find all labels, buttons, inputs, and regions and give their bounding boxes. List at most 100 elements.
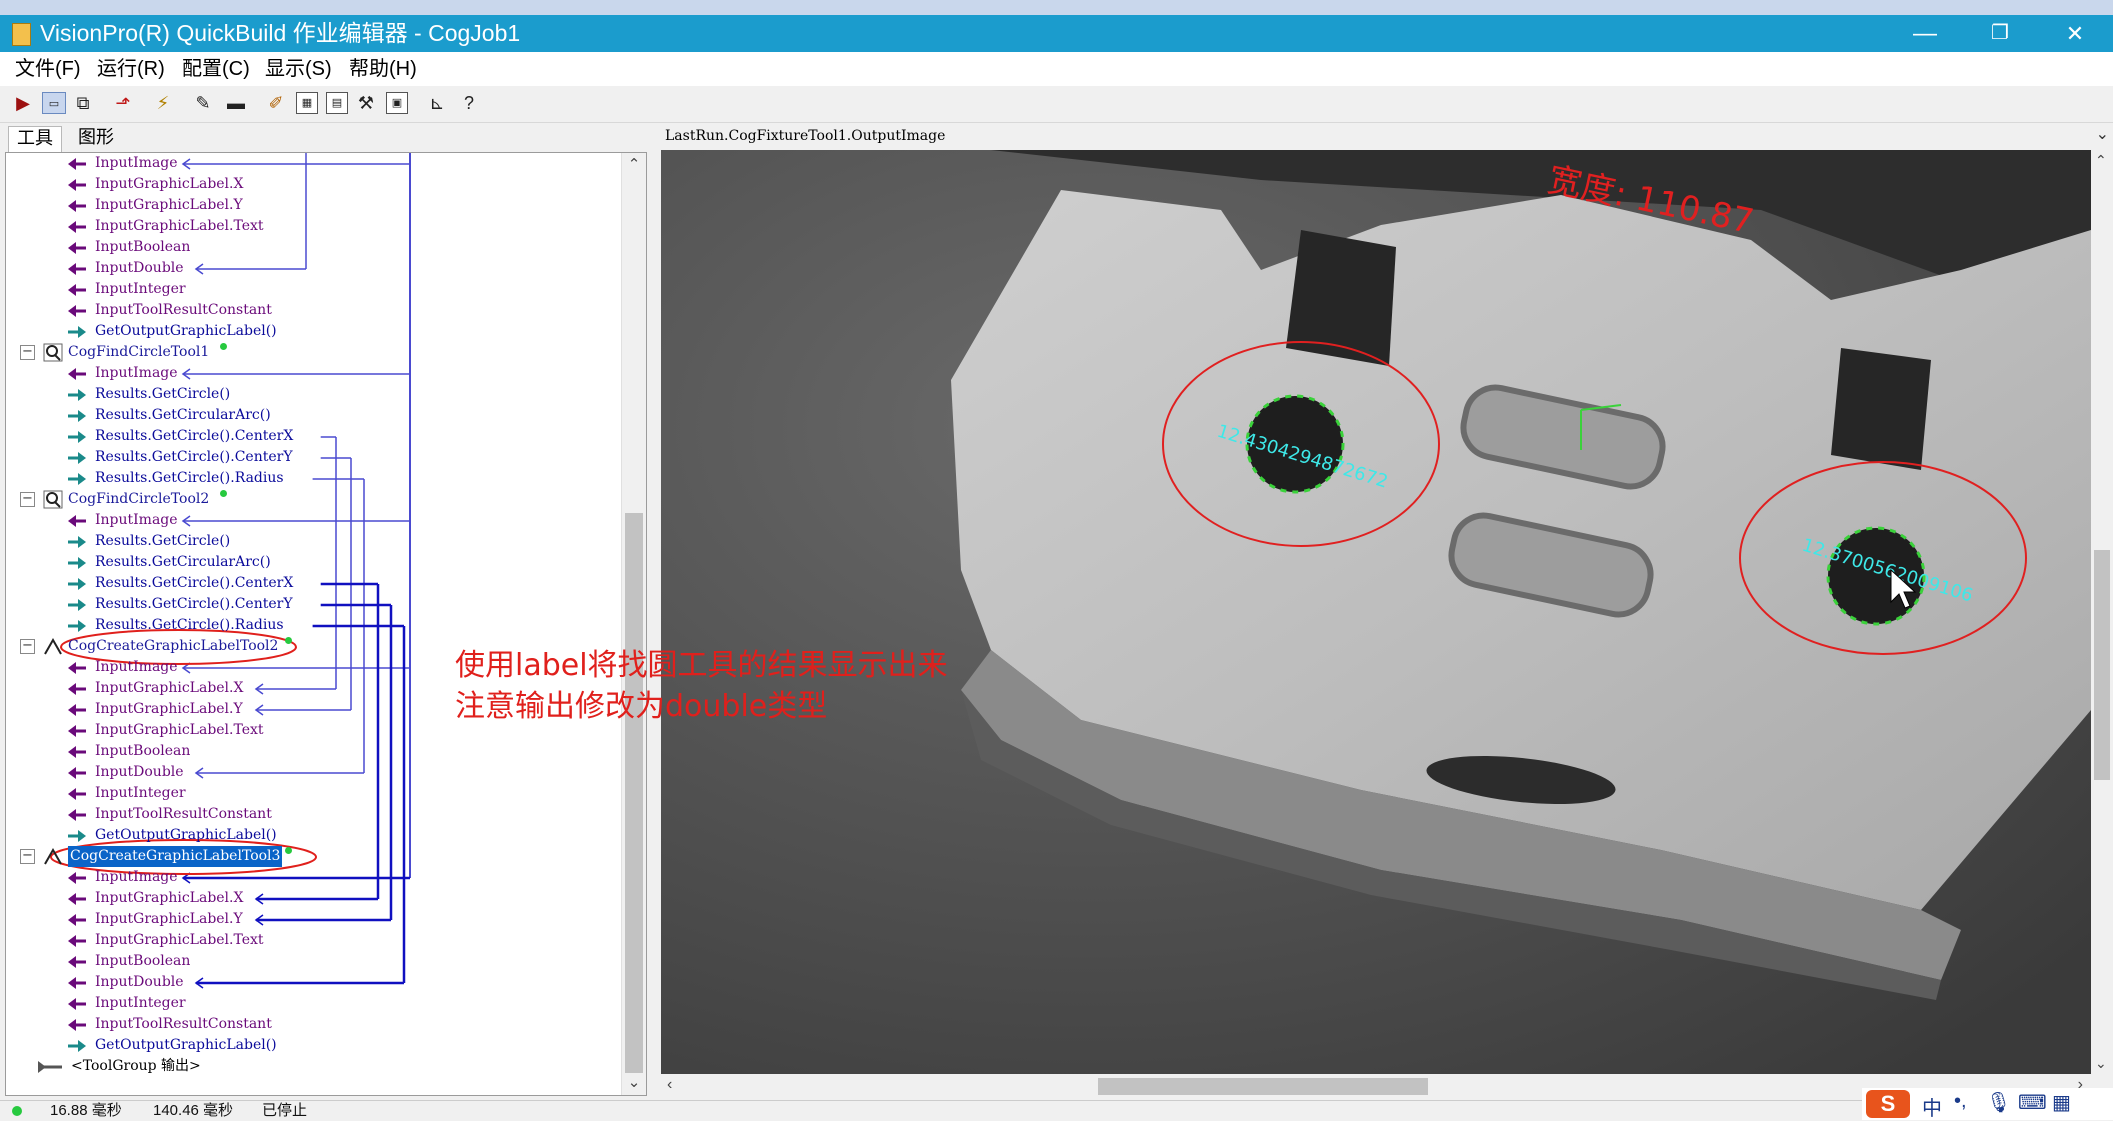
tab-graphics[interactable]: 图形 [78,126,114,148]
tree-item-inputdouble[interactable]: InputDouble [6,258,606,279]
tree-item-label: InputGraphicLabel.Y [95,911,243,927]
viewer-scroll-down-icon[interactable]: ⌄ [2095,1055,2107,1072]
tree-item-inputboolean[interactable]: InputBoolean [6,951,606,972]
tree-item-inputimage[interactable]: InputImage [6,510,606,531]
tree-item-inputimage[interactable]: InputImage [6,363,606,384]
image-view-icon[interactable]: ▦ [296,92,318,114]
collapse-toggle-icon[interactable]: − [20,492,35,507]
minimize-button[interactable]: — [1890,17,1960,50]
tree-item-label: GetOutputGraphicLabel() [95,1037,277,1053]
tree-item-results-getcircle-radius[interactable]: Results.GetCircle().Radius [6,468,606,489]
tree-item-inputgraphiclabel-x[interactable]: InputGraphicLabel.X [6,174,606,195]
display-mode-icon[interactable]: ▭ [42,92,66,114]
output-terminal-icon [66,469,86,489]
tree-item-results-getcircle-centerx[interactable]: Results.GetCircle().CenterX [6,573,606,594]
results-view-icon[interactable]: ▤ [326,92,348,114]
tree-item-inputtoolresultconstant[interactable]: InputToolResultConstant [6,804,606,825]
tree-item-results-getcircle[interactable]: Results.GetCircle() [6,531,606,552]
tree-item-results-getcircle[interactable]: Results.GetCircle() [6,384,606,405]
viewer-vscrollbar[interactable]: ⌃ ⌄ [2091,150,2113,1074]
tab-tools[interactable]: 工具 [8,126,62,153]
tree-item-getoutputgraphiclabel[interactable]: GetOutputGraphicLabel() [6,825,606,846]
tree-item-toolgroup[interactable]: <ToolGroup 输出> [6,1056,606,1077]
tree-item-inputdouble[interactable]: InputDouble [6,972,606,993]
wizard-icon[interactable]: ⚡ [152,92,174,114]
tree-item-label: InputImage [95,155,178,171]
collapse-toggle-icon[interactable]: − [20,345,35,360]
viewer-scroll-up-icon[interactable]: ⌃ [2095,152,2107,169]
tree-item-inputimage[interactable]: InputImage [6,153,606,174]
tree-item-results-getcircle-radius[interactable]: Results.GetCircle().Radius [6,615,606,636]
run-icon[interactable]: ▶ [12,92,34,114]
menu-config[interactable]: 配置(C) [182,57,250,81]
settings-panel-icon[interactable]: ▣ [386,92,408,114]
tree-item-results-getcirculararc[interactable]: Results.GetCircularArc() [6,552,606,573]
tree-item-inputgraphiclabel-y[interactable]: InputGraphicLabel.Y [6,195,606,216]
tree-item-label: CogFindCircleTool1 [68,344,210,360]
menu-file[interactable]: 文件(F) [15,57,81,81]
add-terminal-icon[interactable]: ⬏ [112,92,134,114]
output-terminal-icon [66,1036,86,1056]
tree-item-inputgraphiclabel-text[interactable]: InputGraphicLabel.Text [6,216,606,237]
tree-item-getoutputgraphiclabel[interactable]: GetOutputGraphicLabel() [6,1035,606,1056]
find-circle-tool-icon [43,490,63,509]
tree-item-label: GetOutputGraphicLabel() [95,827,277,843]
viewer-dropdown-icon[interactable]: ⌄ [2096,124,2109,144]
tree-scrollbar[interactable]: ⌃ ⌄ [621,153,646,1095]
input-terminal-icon [66,238,86,258]
minus-icon[interactable]: ▬ [225,92,247,114]
image-canvas[interactable]: 12.4304294872672 12.3700562009106 宽度: 11… [661,150,2091,1074]
tree-item-label: Results.GetCircle().CenterY [95,449,293,465]
tree-item-inputgraphiclabel-x[interactable]: InputGraphicLabel.X [6,888,606,909]
restore-button[interactable]: ❐ [1965,17,2035,50]
tree-item-results-getcirculararc[interactable]: Results.GetCircularArc() [6,405,606,426]
tree-item-getoutputgraphiclabel[interactable]: GetOutputGraphicLabel() [6,321,606,342]
scroll-down-icon[interactable]: ⌄ [622,1071,646,1095]
tree-item-results-getcircle-centery[interactable]: Results.GetCircle().CenterY [6,447,606,468]
toolbox-icon[interactable]: ▦ [2052,1090,2071,1115]
viewer-vscroll-thumb[interactable] [2094,550,2110,780]
keyboard-icon[interactable]: ⌨ [2018,1090,2047,1115]
tree-item-inputboolean[interactable]: InputBoolean [6,237,606,258]
tree-item-inputinteger[interactable]: InputInteger [6,993,606,1014]
tree-tool-cogcreategraphiclabeltool3[interactable]: − CogCreateGraphicLabelTool3 [6,846,606,867]
graphic-label-tool-icon [43,847,63,866]
tree-item-inputdouble[interactable]: InputDouble [6,762,606,783]
scroll-left-icon[interactable]: ‹ [667,1076,672,1094]
input-terminal-icon [66,301,86,321]
menu-help[interactable]: 帮助(H) [349,57,417,81]
tree-item-results-getcircle-centerx[interactable]: Results.GetCircle().CenterX [6,426,606,447]
notes-icon[interactable]: ✐ [265,92,287,114]
ime-chinese-icon[interactable]: 中 [1922,1092,1942,1121]
tools-icon[interactable]: ⚒ [355,92,377,114]
tree-item-inputtoolresultconstant[interactable]: InputToolResultConstant [6,1014,606,1035]
viewer-hscroll-thumb[interactable] [1098,1078,1428,1095]
punctuation-icon[interactable]: •, [1954,1090,1967,1113]
tree-item-inputinteger[interactable]: InputInteger [6,279,606,300]
tree-item-inputgraphiclabel-text[interactable]: InputGraphicLabel.Text [6,930,606,951]
tree-item-inputtoolresultconstant[interactable]: InputToolResultConstant [6,300,606,321]
sogou-icon[interactable]: S [1866,1090,1910,1118]
tree-tool-cogfindcircletool1[interactable]: − CogFindCircleTool1 [6,342,606,363]
input-terminal-icon [66,994,86,1014]
tree-item-inputgraphiclabel-y[interactable]: InputGraphicLabel.Y [6,909,606,930]
tree-item-inputboolean[interactable]: InputBoolean [6,741,606,762]
tree-item-inputimage[interactable]: InputImage [6,867,606,888]
input-terminal-icon [66,511,86,531]
collapse-toggle-icon[interactable]: − [20,639,35,654]
microphone-icon[interactable]: 🎙 [1986,1090,2011,1115]
tree-item-results-getcircle-centery[interactable]: Results.GetCircle().CenterY [6,594,606,615]
help-icon[interactable]: ? [458,92,480,114]
close-button[interactable]: ✕ [2040,17,2110,50]
scroll-up-icon[interactable]: ⌃ [622,153,646,177]
pen-icon[interactable]: ✎ [192,92,214,114]
tree-scroll-thumb[interactable] [625,513,643,1073]
tree-tool-cogfindcircletool2[interactable]: − CogFindCircleTool2 [6,489,606,510]
menu-display[interactable]: 显示(S) [265,57,332,81]
collapse-toggle-icon[interactable]: − [20,849,35,864]
calibration-icon[interactable]: ⊾ [426,92,448,114]
input-terminal-icon [66,910,86,930]
menu-run[interactable]: 运行(R) [97,57,165,81]
tool-tree-icon[interactable]: ⧉ [72,92,94,114]
tree-item-inputinteger[interactable]: InputInteger [6,783,606,804]
